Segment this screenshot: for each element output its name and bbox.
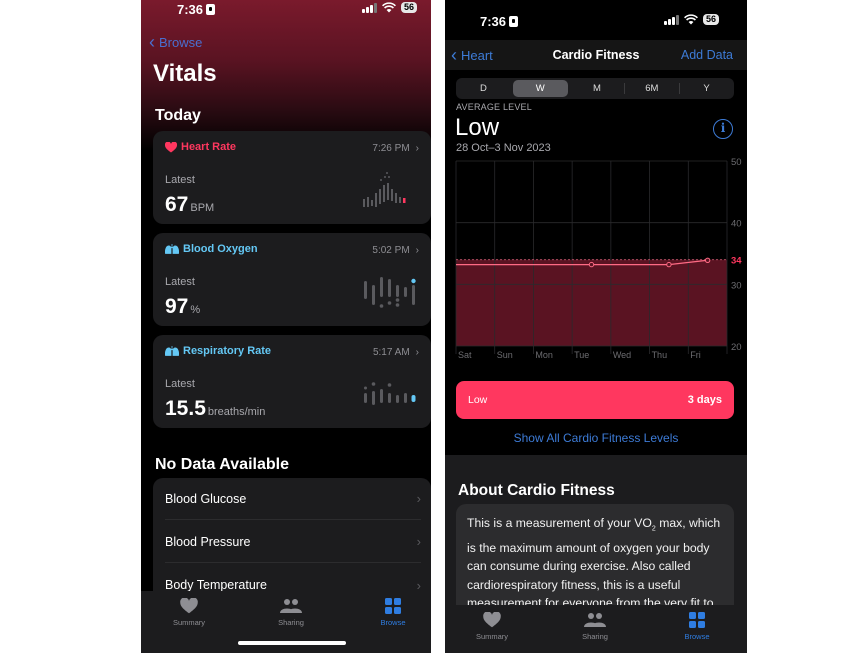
- list-item-blood-pressure[interactable]: Blood Pressure ›: [165, 521, 421, 563]
- x-tick-label: Sun: [497, 350, 513, 360]
- average-level-label: AVERAGE LEVEL: [456, 102, 532, 112]
- x-tick-label: Thu: [652, 350, 668, 360]
- card-title: Heart Rate: [181, 141, 237, 153]
- cardio-fitness-chart: 20 30 40 50 34 Sat Sun Mon Tue Wed Thu Fri: [455, 157, 742, 360]
- focus-icon: [509, 16, 519, 27]
- tab-summary[interactable]: Summary: [159, 597, 219, 627]
- y-tick-label: 20: [731, 342, 742, 353]
- card-value: 15.5: [165, 397, 206, 420]
- y-tick-label: 30: [731, 280, 742, 291]
- people-icon: [584, 613, 606, 627]
- status-bar: 7:36 56: [445, 0, 747, 29]
- card-time: 5:17 AM: [372, 347, 410, 358]
- battery-icon: 56: [400, 2, 417, 13]
- tab-browse[interactable]: Browse: [363, 597, 423, 627]
- grid-icon: [689, 612, 705, 628]
- level-label: Low: [468, 394, 488, 406]
- data-point: [588, 261, 595, 268]
- cellular-signal-icon: [663, 14, 679, 25]
- x-tick-label: Tue: [574, 350, 589, 360]
- chevron-right-icon: ›: [416, 491, 421, 506]
- tab-browse[interactable]: Browse: [667, 611, 727, 641]
- respiratory-rate-sparkline: [364, 382, 416, 405]
- card-unit: breaths/min: [207, 406, 266, 418]
- info-icon[interactable]: i: [713, 119, 733, 139]
- segment-week[interactable]: W: [512, 80, 568, 97]
- chevron-right-icon: ›: [416, 534, 421, 549]
- average-level-value: Low: [455, 114, 500, 141]
- no-data-list: Blood Glucose › Blood Pressure › Body Temp…: [153, 478, 431, 598]
- cellular-signal-icon: [361, 2, 377, 13]
- card-title: Blood Oxygen: [183, 243, 258, 255]
- date-range: 28 Oct–3 Nov 2023: [456, 142, 551, 154]
- tab-summary[interactable]: Summary: [462, 611, 522, 641]
- chevron-right-icon: ›: [415, 347, 419, 358]
- chevron-left-icon: ‹: [149, 32, 155, 52]
- chevron-right-icon: ›: [415, 143, 419, 154]
- lungs-icon: [165, 346, 179, 356]
- section-heading-today: Today: [155, 107, 201, 124]
- x-tick-label: Fri: [690, 350, 701, 360]
- x-tick-label: Mon: [535, 350, 553, 360]
- card-time: 5:02 PM: [372, 245, 410, 256]
- y-tick-label: 50: [731, 157, 742, 168]
- status-time: 7:36: [480, 14, 519, 29]
- heart-icon: [483, 612, 501, 628]
- heart-rate-sparkline: [363, 172, 406, 207]
- status-time: 7:36: [177, 2, 216, 17]
- segment-6-months[interactable]: 6M: [624, 78, 679, 99]
- respiratory-rate-card[interactable]: Respiratory Rate 5:17 AM › Latest 15.5 bre…: [153, 335, 431, 428]
- about-title: About Cardio Fitness: [458, 482, 615, 499]
- heart-rate-card[interactable]: Heart Rate 7:26 PM › Latest 67 BPM: [153, 131, 431, 224]
- threshold-label: 34: [731, 256, 742, 267]
- vitals-screen: 7:36 56 ‹ Browse Vitals Today Heart Rate…: [141, 0, 431, 653]
- wifi-icon: [382, 2, 396, 13]
- y-tick-label: 40: [731, 219, 742, 230]
- card-label: Latest: [165, 276, 195, 288]
- blood-oxygen-card[interactable]: Blood Oxygen 5:02 PM › Latest 97%: [153, 233, 431, 326]
- home-indicator[interactable]: [238, 641, 346, 645]
- blood-oxygen-sparkline: [364, 277, 416, 308]
- back-button[interactable]: ‹ Browse: [149, 33, 202, 51]
- card-value: 67: [165, 193, 189, 216]
- data-point: [704, 257, 711, 263]
- heart-icon: [180, 598, 198, 614]
- card-time: 7:26 PM: [372, 143, 410, 154]
- level-summary-bar[interactable]: Low 3 days: [456, 381, 734, 419]
- wifi-icon: [684, 14, 698, 25]
- time-range-segmented-control: D W M 6M Y: [456, 78, 734, 99]
- list-item-blood-glucose[interactable]: Blood Glucose ›: [165, 478, 421, 520]
- segment-year[interactable]: Y: [679, 78, 734, 99]
- data-point: [666, 261, 672, 268]
- low-level-band: [456, 259, 727, 346]
- x-tick-label: Wed: [613, 350, 631, 360]
- tab-bar: Summary Sharing Browse: [141, 591, 431, 653]
- card-value: 97: [165, 295, 189, 318]
- card-label: Latest: [165, 174, 195, 186]
- add-data-button[interactable]: Add Data: [681, 48, 733, 62]
- segment-month[interactable]: M: [570, 78, 625, 99]
- card-unit: BPM: [190, 202, 215, 214]
- page-title: Vitals: [153, 60, 217, 87]
- status-bar: 7:36 56: [141, 0, 431, 18]
- x-tick-label: Sat: [458, 350, 472, 360]
- card-unit: %: [190, 304, 201, 316]
- lungs-icon: [165, 244, 179, 254]
- chevron-right-icon: ›: [415, 245, 419, 256]
- card-title: Respiratory Rate: [183, 345, 272, 357]
- tab-sharing[interactable]: Sharing: [261, 597, 321, 627]
- tab-sharing[interactable]: Sharing: [565, 611, 625, 641]
- show-all-levels-link[interactable]: Show All Cardio Fitness Levels: [445, 431, 747, 445]
- focus-icon: [206, 4, 216, 15]
- level-days: 3 days: [687, 394, 722, 406]
- segment-day[interactable]: D: [456, 78, 511, 99]
- heart-icon: [165, 141, 177, 152]
- grid-icon: [385, 598, 401, 614]
- card-label: Latest: [165, 378, 195, 390]
- section-heading-no-data: No Data Available: [155, 456, 289, 473]
- people-icon: [280, 599, 302, 613]
- cardio-fitness-screen: 7:36 56 ‹ Heart Cardio Fitness Add Data …: [445, 0, 747, 653]
- tab-bar: Summary Sharing Browse: [445, 605, 747, 653]
- battery-icon: 56: [702, 14, 719, 25]
